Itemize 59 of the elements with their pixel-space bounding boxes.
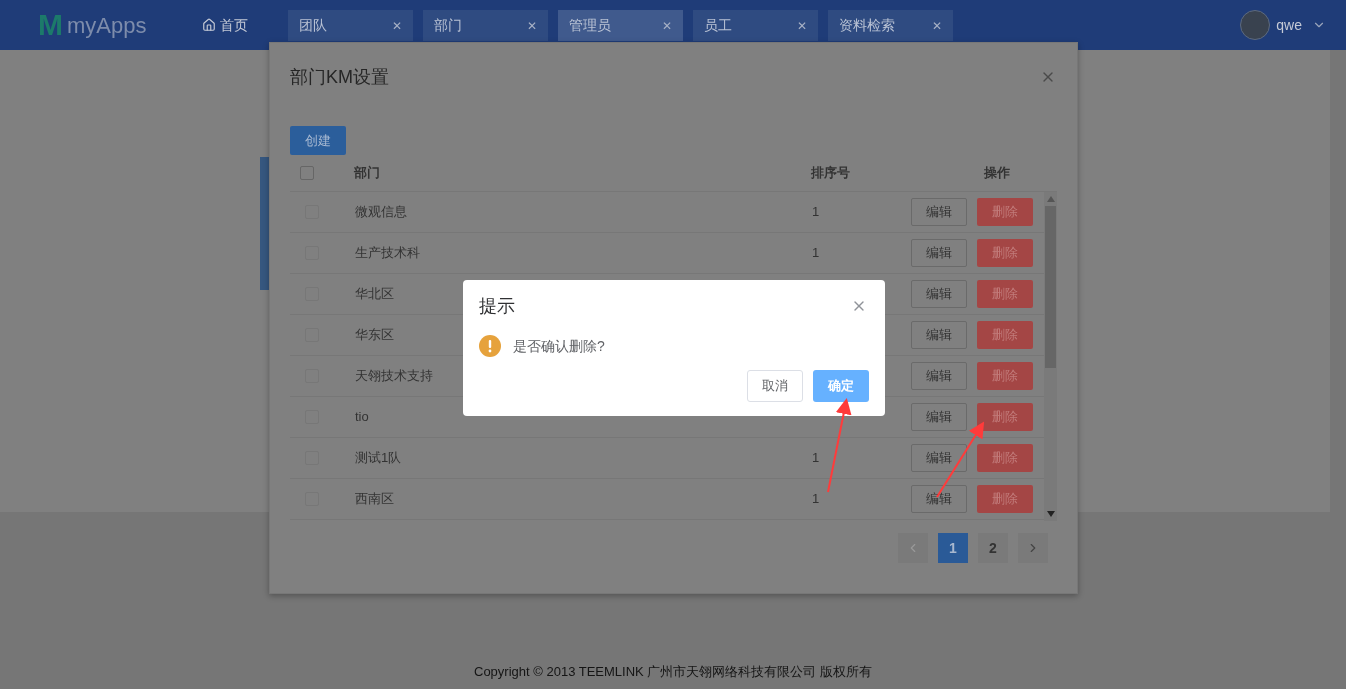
warning-icon <box>479 335 501 357</box>
department-name: 西南区 <box>355 491 394 507</box>
scrollbar[interactable] <box>1044 192 1057 521</box>
ok-button[interactable]: 确定 <box>813 370 869 402</box>
copyright: Copyright © 2013 TEEMLINK 广州市天翎网络科技有限公司 版权所有 <box>474 662 872 681</box>
page-tab[interactable]: 团队 ✕ <box>288 10 414 41</box>
logo: myApps <box>67 11 147 40</box>
column-header: 部门 <box>354 164 381 183</box>
edit-button[interactable]: 编辑 <box>911 485 967 513</box>
tab-close[interactable]: ✕ <box>797 16 808 35</box>
department-name: 华北区 <box>355 286 394 302</box>
department-name: tio <box>355 409 369 425</box>
department-name: 华东区 <box>355 327 394 343</box>
department-name: 生产技术科 <box>355 245 420 261</box>
page-tab[interactable]: 资料检索 ✕ <box>828 10 954 41</box>
page-tab[interactable]: 管理员 ✕ <box>558 10 684 41</box>
sort-number: 1 <box>812 490 820 509</box>
edit-button[interactable]: 编辑 <box>911 444 967 472</box>
logo-mark: M <box>38 10 63 40</box>
tab-close[interactable]: ✕ <box>662 16 673 35</box>
column-header: 操作 <box>984 164 1010 183</box>
user-name[interactable]: qwe <box>1276 14 1302 36</box>
tab-label: 管理员 <box>569 16 612 35</box>
sort-number: 1 <box>812 244 820 263</box>
tab-close[interactable]: ✕ <box>932 16 943 35</box>
department-name: 测试1队 <box>355 450 402 466</box>
dialog-title: 部门KM设置 <box>290 65 389 89</box>
sort-number: 1 <box>812 203 820 222</box>
cancel-button[interactable]: 取消 <box>747 370 803 402</box>
edit-button[interactable]: 编辑 <box>911 321 967 349</box>
tab-label: 团队 <box>299 16 328 35</box>
sort-number: 1 <box>812 449 820 468</box>
edit-button[interactable]: 编辑 <box>911 198 967 226</box>
edit-button[interactable]: 编辑 <box>911 403 967 431</box>
page-button[interactable]: 2 <box>978 533 1008 563</box>
tab-label: 部门 <box>434 16 463 35</box>
page-button[interactable]: 1 <box>938 533 968 563</box>
create-button[interactable]: 创建 <box>290 126 346 155</box>
next-page-button[interactable] <box>1018 533 1048 563</box>
avatar[interactable] <box>1240 10 1271 40</box>
confirm-message: 是否确认删除? <box>513 336 605 356</box>
page-tab[interactable]: 员工 ✕ <box>693 10 819 41</box>
confirm-title: 提示 <box>479 294 515 318</box>
edit-button[interactable]: 编辑 <box>911 362 967 390</box>
scroll-up-icon[interactable] <box>1046 196 1055 202</box>
column-header: 排序号 <box>811 164 850 183</box>
edit-button[interactable]: 编辑 <box>911 280 967 308</box>
tab-label: 资料检索 <box>839 16 896 35</box>
select-all-checkbox[interactable] <box>300 166 314 180</box>
tab-label: 员工 <box>704 16 733 35</box>
page-tab[interactable]: 部门 ✕ <box>423 10 549 41</box>
department-name: 微观信息 <box>355 204 407 220</box>
tab-close[interactable]: ✕ <box>392 16 403 35</box>
prev-page-button[interactable] <box>898 533 928 563</box>
department-name: 天翎技术支持 <box>355 368 433 384</box>
tab-close[interactable]: ✕ <box>527 16 538 35</box>
edit-button[interactable]: 编辑 <box>911 239 967 267</box>
home-icon <box>202 18 217 32</box>
home-tab[interactable]: 首页 <box>202 14 249 36</box>
